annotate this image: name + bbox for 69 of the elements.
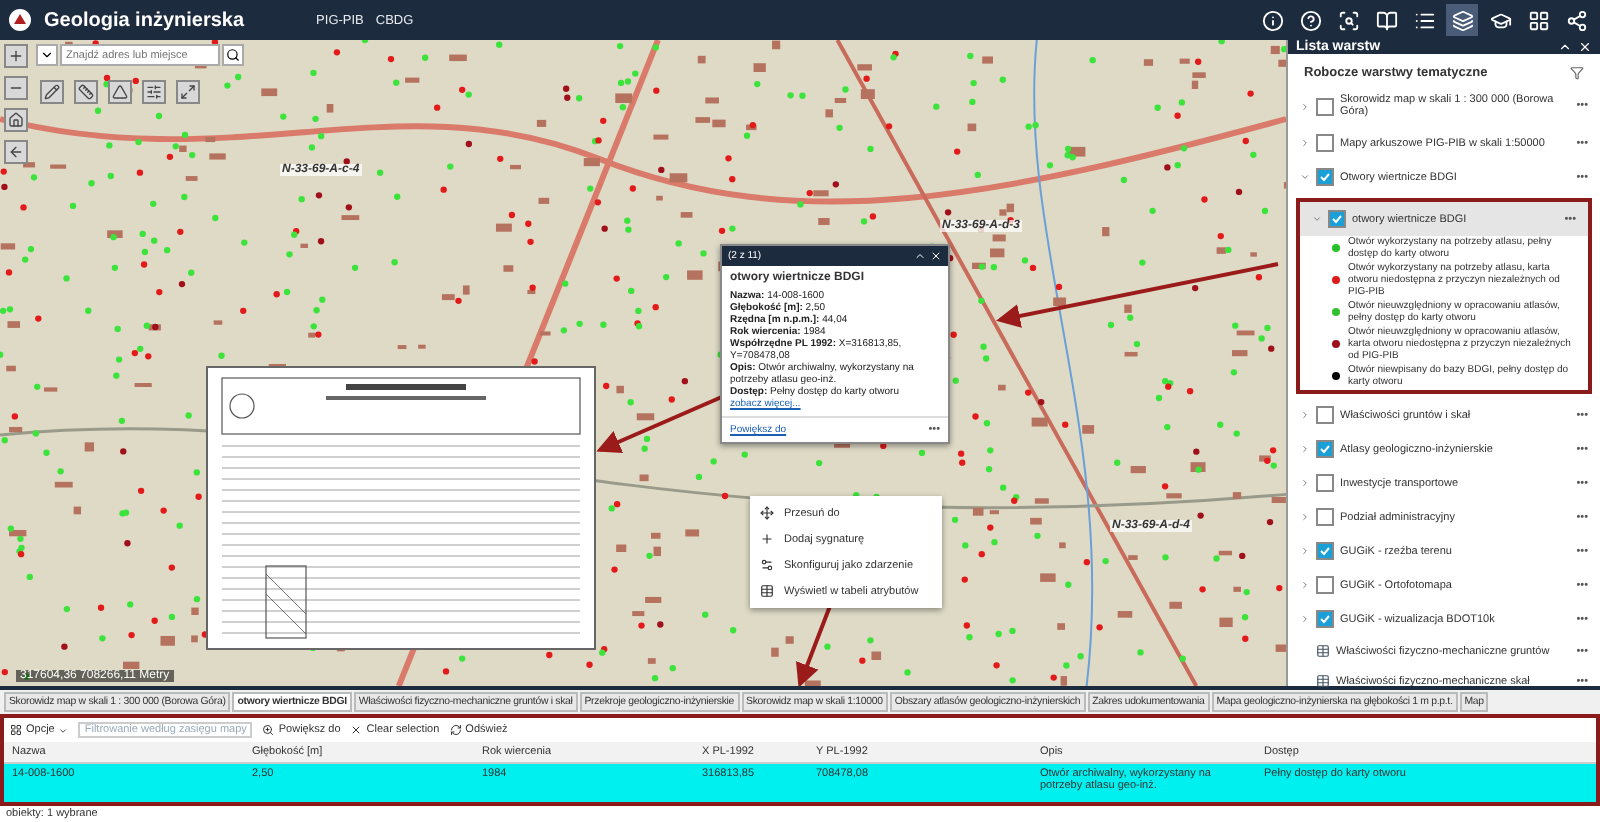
filter-icon[interactable] bbox=[1570, 66, 1584, 80]
close-icon[interactable] bbox=[930, 250, 942, 262]
layer-checkbox[interactable] bbox=[1316, 134, 1334, 152]
layer-checkbox[interactable] bbox=[1316, 474, 1334, 492]
search-button[interactable] bbox=[222, 44, 244, 66]
expand-icon[interactable] bbox=[1300, 138, 1310, 148]
expand-icon[interactable] bbox=[1300, 580, 1310, 590]
shape-button[interactable] bbox=[108, 80, 132, 104]
logo-icon bbox=[8, 8, 32, 32]
zoom-icon bbox=[262, 724, 275, 736]
settings-icon bbox=[760, 558, 774, 572]
zoom-out-button[interactable] bbox=[4, 76, 28, 100]
draw-button[interactable] bbox=[40, 80, 64, 104]
ruler-icon bbox=[78, 84, 94, 100]
collapse-icon[interactable] bbox=[1558, 40, 1572, 54]
home-icon bbox=[8, 112, 24, 128]
caret-icon bbox=[58, 725, 69, 735]
layer-checkbox[interactable] bbox=[1316, 576, 1334, 594]
grid-icon bbox=[1527, 9, 1549, 31]
plus-icon bbox=[8, 48, 24, 64]
layer-checkbox[interactable] bbox=[1316, 610, 1334, 628]
book-icon bbox=[1375, 9, 1397, 31]
expand-icon[interactable] bbox=[1300, 478, 1310, 488]
expand-icon[interactable] bbox=[1300, 512, 1310, 522]
move-icon bbox=[760, 506, 774, 520]
expand-icon bbox=[180, 84, 196, 100]
arrow-left-icon bbox=[8, 144, 24, 160]
layer-checkbox[interactable] bbox=[1316, 508, 1334, 526]
layer-checkbox[interactable] bbox=[1316, 406, 1334, 424]
expand-icon[interactable] bbox=[1300, 410, 1310, 420]
info-icon bbox=[1261, 9, 1283, 31]
measure-button[interactable] bbox=[74, 80, 98, 104]
annotation-arrow bbox=[596, 394, 725, 453]
search-icon bbox=[226, 48, 240, 62]
table-icon bbox=[1316, 644, 1330, 658]
dropdown-button[interactable] bbox=[36, 44, 58, 66]
app-title: Geologia inżynierska bbox=[44, 9, 245, 31]
expand-icon[interactable] bbox=[1300, 614, 1310, 624]
close-icon bbox=[350, 724, 363, 736]
layer-checkbox[interactable] bbox=[1316, 97, 1334, 115]
search-icon bbox=[1337, 9, 1359, 31]
share-icon bbox=[1565, 9, 1587, 31]
back-button[interactable] bbox=[4, 140, 28, 164]
home-button[interactable] bbox=[4, 108, 28, 132]
zoom-in-button[interactable] bbox=[4, 44, 28, 68]
sliders-icon bbox=[146, 84, 162, 100]
caret-icon bbox=[40, 48, 54, 62]
refresh-icon bbox=[449, 724, 462, 736]
triangle-icon bbox=[112, 84, 128, 100]
graduation-cap-icon bbox=[1489, 9, 1511, 31]
pencil-icon bbox=[44, 84, 60, 100]
expand-icon[interactable] bbox=[1300, 444, 1310, 454]
layer-checkbox[interactable] bbox=[1316, 440, 1334, 458]
table-icon bbox=[760, 584, 774, 598]
layer-checkbox[interactable] bbox=[1316, 542, 1334, 560]
grid-icon bbox=[10, 724, 22, 736]
expand-icon[interactable] bbox=[1300, 546, 1310, 556]
fullscreen-button[interactable] bbox=[176, 80, 200, 104]
previous-icon[interactable] bbox=[914, 250, 926, 262]
expand-icon[interactable] bbox=[1300, 101, 1310, 111]
plus-icon bbox=[760, 532, 774, 546]
help-icon bbox=[1299, 9, 1321, 31]
layer-checkbox[interactable] bbox=[1316, 168, 1334, 186]
layers-icon bbox=[1451, 9, 1473, 31]
layer-checkbox[interactable] bbox=[1328, 210, 1346, 228]
settings-button[interactable] bbox=[142, 80, 166, 104]
close-icon[interactable] bbox=[1578, 40, 1592, 54]
table-icon bbox=[1316, 674, 1330, 688]
layers-button[interactable] bbox=[1446, 4, 1478, 36]
